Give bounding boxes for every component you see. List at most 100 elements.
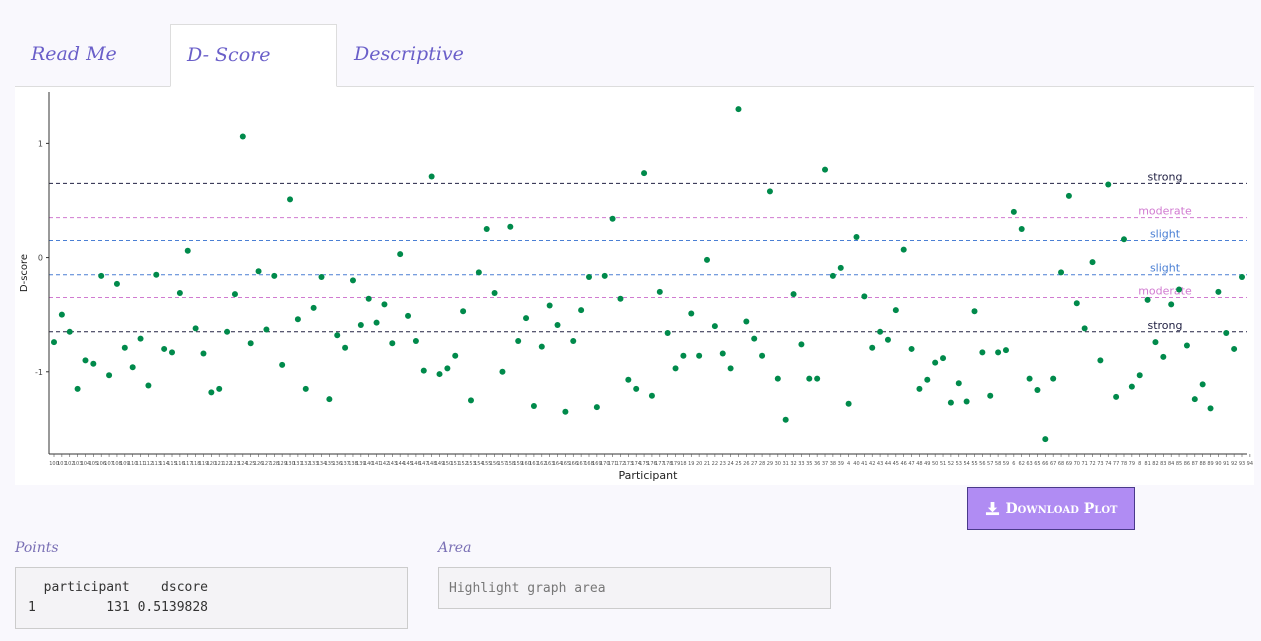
- data-point-145[interactable]: [405, 312, 412, 319]
- data-point-105[interactable]: [90, 360, 97, 367]
- data-point-35[interactable]: [806, 375, 813, 382]
- data-point-33[interactable]: [798, 341, 805, 348]
- data-point-152[interactable]: [460, 308, 467, 315]
- data-point-67[interactable]: [1050, 375, 1057, 382]
- d-score-scatter-plot[interactable]: strong moderate slight slight moderate strong…: [15, 87, 1254, 485]
- data-point-46[interactable]: [900, 246, 907, 253]
- data-point-4[interactable]: [845, 400, 852, 407]
- data-point-128[interactable]: [271, 272, 278, 279]
- data-point-55[interactable]: [971, 308, 978, 315]
- data-point-87[interactable]: [1191, 396, 1198, 403]
- data-point-25[interactable]: [735, 106, 742, 113]
- data-point-162[interactable]: [538, 343, 545, 350]
- data-point-70[interactable]: [1073, 300, 1080, 307]
- data-point-118[interactable]: [192, 325, 199, 332]
- data-point-168[interactable]: [585, 273, 592, 280]
- data-point-131[interactable]: [294, 316, 301, 323]
- data-point-68[interactable]: [1058, 269, 1065, 276]
- data-point-167[interactable]: [578, 307, 585, 314]
- data-point-148[interactable]: [428, 173, 435, 180]
- data-point-47[interactable]: [908, 345, 915, 352]
- data-point-119[interactable]: [200, 350, 207, 357]
- data-point-130[interactable]: [287, 196, 294, 203]
- data-point-107[interactable]: [106, 372, 113, 379]
- data-point-140[interactable]: [365, 295, 372, 302]
- data-point-58[interactable]: [995, 349, 1002, 356]
- data-point-134[interactable]: [318, 273, 325, 280]
- data-point-133[interactable]: [310, 304, 317, 311]
- data-point-53[interactable]: [955, 380, 962, 387]
- data-point-124[interactable]: [239, 133, 246, 140]
- data-point-51[interactable]: [940, 355, 947, 362]
- highlight-area-input[interactable]: [438, 567, 831, 609]
- data-point-123[interactable]: [231, 291, 238, 298]
- data-point-63[interactable]: [1026, 375, 1033, 382]
- data-point-72[interactable]: [1089, 259, 1096, 266]
- data-point-29[interactable]: [766, 188, 773, 195]
- data-point-69[interactable]: [1065, 192, 1072, 199]
- data-point-112[interactable]: [145, 382, 152, 389]
- data-point-91[interactable]: [1223, 329, 1230, 336]
- data-point-44[interactable]: [884, 336, 891, 343]
- data-point-84[interactable]: [1168, 301, 1175, 308]
- data-point-139[interactable]: [357, 321, 364, 328]
- data-point-73[interactable]: [1097, 357, 1104, 364]
- data-point-117[interactable]: [184, 247, 191, 254]
- data-point-8[interactable]: [1136, 372, 1143, 379]
- data-point-146[interactable]: [412, 337, 419, 344]
- data-point-154[interactable]: [475, 269, 482, 276]
- data-point-164[interactable]: [554, 321, 561, 328]
- data-point-151[interactable]: [452, 352, 459, 359]
- data-point-28[interactable]: [759, 352, 766, 359]
- data-point-43[interactable]: [877, 328, 884, 335]
- data-point-144[interactable]: [397, 251, 404, 258]
- data-point-149[interactable]: [436, 371, 443, 378]
- data-point-57[interactable]: [987, 392, 994, 399]
- data-point-92[interactable]: [1231, 345, 1238, 352]
- data-point-153[interactable]: [467, 397, 474, 404]
- tab-read-me-first[interactable]: Read Me First: [15, 24, 170, 125]
- data-point-6[interactable]: [1010, 208, 1017, 215]
- data-point-157[interactable]: [499, 368, 506, 375]
- data-point-37[interactable]: [822, 166, 829, 173]
- data-point-114[interactable]: [161, 345, 168, 352]
- data-point-31[interactable]: [782, 416, 789, 423]
- data-point-89[interactable]: [1207, 405, 1214, 412]
- data-point-30[interactable]: [774, 375, 781, 382]
- data-point-22[interactable]: [711, 323, 718, 330]
- data-point-62[interactable]: [1018, 226, 1025, 233]
- data-point-36[interactable]: [814, 375, 821, 382]
- data-point-158[interactable]: [507, 223, 514, 230]
- data-point-85[interactable]: [1176, 286, 1183, 293]
- data-point-173[interactable]: [625, 376, 632, 383]
- data-point-38[interactable]: [829, 272, 836, 279]
- data-point-90[interactable]: [1215, 288, 1222, 295]
- data-point-86[interactable]: [1183, 342, 1190, 349]
- data-point-120[interactable]: [208, 389, 215, 396]
- data-point-71[interactable]: [1081, 325, 1088, 332]
- data-point-24[interactable]: [727, 365, 734, 372]
- data-point-116[interactable]: [176, 289, 183, 296]
- data-point-18[interactable]: [680, 352, 687, 359]
- data-point-166[interactable]: [570, 337, 577, 344]
- data-point-42[interactable]: [869, 344, 876, 351]
- data-point-108[interactable]: [113, 280, 120, 287]
- data-point-172[interactable]: [617, 295, 624, 302]
- data-point-20[interactable]: [696, 352, 703, 359]
- data-point-49[interactable]: [924, 376, 931, 383]
- data-point-40[interactable]: [853, 234, 860, 241]
- data-point-125[interactable]: [247, 340, 254, 347]
- data-point-161[interactable]: [530, 403, 537, 410]
- data-point-77[interactable]: [1113, 393, 1120, 400]
- data-point-50[interactable]: [932, 359, 939, 366]
- data-point-103[interactable]: [74, 385, 81, 392]
- data-point-100[interactable]: [51, 339, 57, 346]
- data-point-88[interactable]: [1199, 381, 1206, 388]
- data-point-147[interactable]: [420, 367, 427, 374]
- data-point-56[interactable]: [979, 349, 986, 356]
- data-point-81[interactable]: [1144, 296, 1151, 303]
- data-point-79[interactable]: [1128, 383, 1135, 390]
- data-point-179[interactable]: [672, 365, 679, 372]
- data-point-143[interactable]: [389, 340, 396, 347]
- data-point-78[interactable]: [1120, 236, 1127, 243]
